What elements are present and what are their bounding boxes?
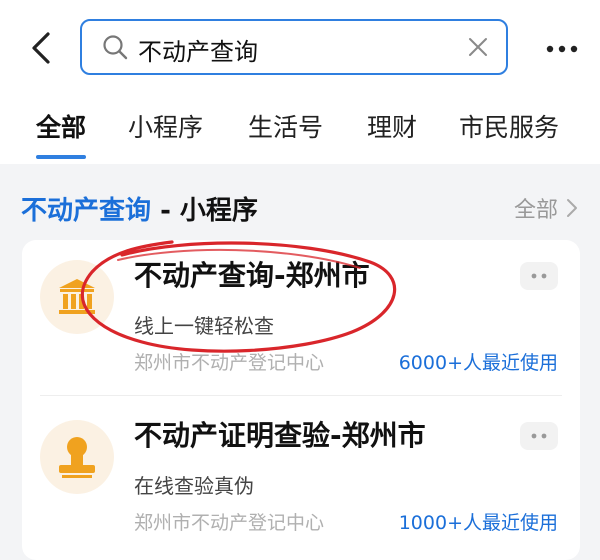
result-usage-count: 6000+人最近使用 [398,352,558,374]
more-options-icon[interactable] [545,44,579,54]
section-title: 不动产查询 - 小程序 [21,190,258,227]
ellipsis-icon [531,433,547,439]
item-options-button[interactable] [520,422,558,450]
item-options-button[interactable] [520,262,558,290]
search-icon [103,35,128,60]
chevron-right-icon[interactable] [565,197,579,219]
stamp-icon [59,437,95,478]
result-organization: 郑州市不动产登记中心 [134,512,325,534]
tab-life-accounts[interactable]: 生活号 [248,108,323,144]
back-arrow-icon[interactable] [24,30,60,66]
ellipsis-icon [531,273,547,279]
search-box[interactable]: 不动产查询 [80,19,508,75]
divider [40,395,562,396]
result-item[interactable]: 不动产查询-郑州市 线上一键轻松查 郑州市不动产登记中心 6000+人最近使用 [22,240,580,398]
active-tab-indicator [36,155,86,159]
tab-mini-programs[interactable]: 小程序 [128,108,203,144]
section-title-suffix: - 小程序 [151,196,258,226]
search-input[interactable]: 不动产查询 [138,32,258,67]
mini-program-logo [40,260,114,334]
result-description: 在线查验真伪 [134,474,254,498]
tab-all[interactable]: 全部 [36,108,86,144]
result-name: 不动产证明查验-郑州市 [134,419,426,452]
result-organization: 郑州市不动产登记中心 [134,352,325,374]
result-usage-count: 1000+人最近使用 [398,512,558,534]
bank-building-icon [59,279,95,314]
tab-finance[interactable]: 理财 [367,108,417,144]
mini-program-logo [40,420,114,494]
clear-icon[interactable] [466,35,490,59]
result-name: 不动产查询-郑州市 [134,259,370,292]
section-title-keyword: 不动产查询 [21,196,152,226]
top-bar: 不动产查询 [0,0,600,96]
result-item[interactable]: 不动产证明查验-郑州市 在线查验真伪 郑州市不动产登记中心 1000+人最近使用 [22,400,580,558]
section-all-link[interactable]: 全部 [514,192,558,224]
results-card: 不动产查询-郑州市 线上一键轻松查 郑州市不动产登记中心 6000+人最近使用 … [22,240,580,560]
section-header: 不动产查询 - 小程序 全部 [0,172,600,238]
tab-citizen-services[interactable]: 市民服务 [459,108,559,144]
result-description: 线上一键轻松查 [134,314,274,338]
category-tabs: 全部 小程序 生活号 理财 市民服务 [0,96,600,164]
